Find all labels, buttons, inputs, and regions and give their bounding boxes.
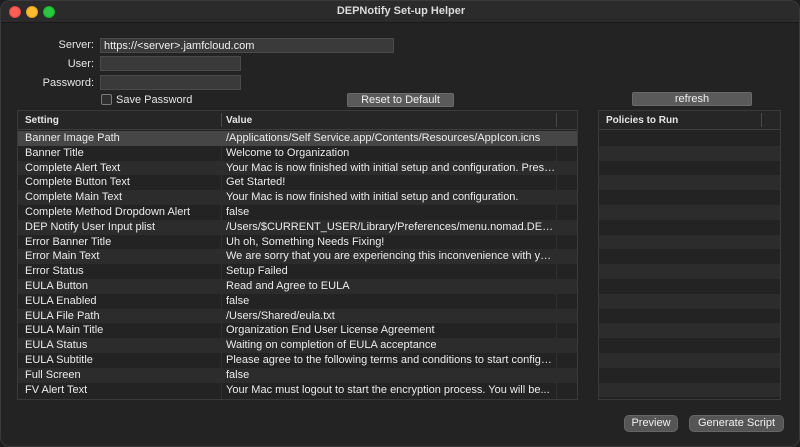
- generate-script-button[interactable]: Generate Script: [689, 415, 784, 432]
- empty-row: [599, 161, 780, 176]
- user-input[interactable]: [100, 56, 241, 71]
- table-row[interactable]: DEP Notify User Input plist/Users/$CURRE…: [18, 219, 577, 235]
- value-cell[interactable]: Waiting on completion of EULA acceptance: [226, 338, 556, 353]
- setting-cell: Banner Image Path: [25, 132, 120, 144]
- empty-row: [599, 264, 780, 279]
- empty-row: [599, 204, 780, 220]
- value-cell[interactable]: Your Mac must logout to start the encryp…: [226, 383, 556, 398]
- empty-row: [599, 175, 780, 191]
- value-cell[interactable]: /Users/Shared/eula.txt: [226, 309, 556, 324]
- value-cell[interactable]: Please agree to the following terms and …: [226, 353, 556, 368]
- save-password-label: Save Password: [116, 94, 193, 106]
- window-title: DEPNotify Set-up Helper: [336, 5, 466, 17]
- setting-cell: EULA File Path: [25, 309, 100, 322]
- table-row[interactable]: FV Alert Text Your Mac must logout to sta…: [18, 383, 577, 398]
- empty-row: [599, 131, 780, 146]
- settings-table-header: Setting Value: [18, 111, 577, 130]
- setting-cell: Error Status: [25, 265, 84, 278]
- empty-row: [599, 279, 780, 294]
- value-cell[interactable]: Setup Failed: [226, 264, 556, 279]
- table-row[interactable]: EULA Subtitle Please agree to the followi…: [18, 353, 577, 368]
- empty-row: [599, 309, 780, 324]
- setting-cell: DEP Notify User Input plist: [25, 220, 156, 233]
- empty-row: [599, 145, 780, 161]
- empty-row: [599, 293, 780, 309]
- empty-row: [599, 338, 780, 353]
- title-bar: DEPNotify Set-up Helper: [1, 1, 799, 23]
- server-input[interactable]: [100, 38, 394, 53]
- setting-cell: Error Banner Title: [25, 235, 112, 248]
- table-row[interactable]: Error Banner Title Uh oh, Something Needs…: [18, 235, 577, 250]
- empty-row: [599, 368, 780, 383]
- value-cell[interactable]: false: [226, 205, 556, 220]
- setting-cell: Complete Button Text: [25, 176, 130, 189]
- value-cell[interactable]: Organization End User License Agreement: [226, 323, 556, 338]
- table-row[interactable]: Complete Alert Text Your Mac is now finis…: [18, 160, 577, 176]
- empty-row: [599, 323, 780, 339]
- setting-cell: FV Alert Text: [25, 383, 88, 396]
- table-row[interactable]: Error Status Setup Failed: [18, 264, 577, 279]
- preview-button[interactable]: Preview: [624, 415, 678, 432]
- table-row[interactable]: Complete Method Dropdown Alert false: [18, 205, 577, 220]
- policies-table: Policies to Run: [598, 110, 781, 400]
- table-row[interactable]: EULA Status Waiting on completion of EULA…: [18, 338, 577, 353]
- setting-cell: EULA Subtitle: [25, 353, 93, 366]
- settings-table-body: Banner Image Path/Applications/Self Serv…: [18, 131, 577, 397]
- setting-cell: EULA Enabled: [25, 294, 97, 307]
- setting-cell: EULA Main Title: [25, 324, 104, 337]
- value-cell[interactable]: false: [226, 368, 556, 383]
- value-cell[interactable]: Read and Agree to EULA: [226, 279, 556, 294]
- setting-cell: Full Screen: [25, 368, 81, 381]
- column-divider[interactable]: [556, 113, 557, 127]
- table-row[interactable]: Complete Button Text Get Started!: [18, 175, 577, 190]
- value-cell[interactable]: /Users/$CURRENT_USER/Library/Preferences…: [226, 220, 556, 235]
- password-input[interactable]: [100, 75, 241, 90]
- table-row[interactable]: Banner Image Path/Applications/Self Serv…: [18, 131, 577, 146]
- policies-table-body: [599, 131, 780, 398]
- user-label: User:: [67, 58, 94, 70]
- column-header-policies[interactable]: Policies to Run: [606, 115, 678, 126]
- setting-cell: Banner Title: [25, 146, 84, 159]
- password-label: Password:: [42, 77, 94, 89]
- setting-cell: Complete Method Dropdown Alert: [25, 205, 191, 218]
- setting-cell: EULA Status: [25, 339, 88, 352]
- table-row[interactable]: EULA File Path/Users/Shared/eula.txt: [18, 308, 577, 324]
- column-divider[interactable]: [761, 113, 762, 127]
- table-row[interactable]: EULA Button Read and Agree to EULA: [18, 278, 577, 294]
- save-password-checkbox[interactable]: [101, 94, 112, 105]
- column-header-setting[interactable]: Setting: [25, 115, 59, 126]
- app-window: DEPNotify Set-up Helper Server: User: Pa…: [0, 0, 800, 447]
- value-cell[interactable]: Get Started!: [226, 175, 556, 190]
- refresh-button[interactable]: refresh: [632, 92, 752, 106]
- policies-table-header: Policies to Run: [599, 111, 780, 130]
- setting-cell: Complete Main Text: [25, 191, 123, 204]
- empty-row: [599, 220, 780, 235]
- value-cell[interactable]: Welcome to Organization: [226, 146, 556, 161]
- empty-row: [599, 352, 780, 368]
- column-divider[interactable]: [221, 113, 222, 127]
- setting-cell: EULA Button: [25, 279, 88, 292]
- value-cell[interactable]: Your Mac is now finished with initial se…: [226, 190, 556, 205]
- table-row[interactable]: Error Main Text We are sorry that you are…: [18, 249, 577, 265]
- settings-table: Setting Value Banner Image Path/Applicat…: [17, 110, 578, 400]
- setting-cell: Error Main Text: [25, 250, 100, 263]
- value-cell[interactable]: Your Mac is now finished with initial se…: [226, 161, 556, 176]
- value-cell[interactable]: Uh oh, Something Needs Fixing!: [226, 235, 556, 250]
- value-cell[interactable]: false: [226, 294, 556, 309]
- empty-row: [599, 190, 780, 205]
- empty-row: [599, 234, 780, 250]
- server-label: Server:: [58, 39, 94, 51]
- table-row[interactable]: Banner Title Welcome to Organization: [18, 146, 577, 161]
- setting-cell: Complete Alert Text: [25, 161, 121, 174]
- empty-row: [599, 382, 780, 398]
- table-row[interactable]: EULA Enabled false: [18, 294, 577, 309]
- reset-to-default-button[interactable]: Reset to Default: [347, 93, 454, 107]
- table-row[interactable]: Complete Main Text Your Mac is now finish…: [18, 190, 577, 205]
- value-cell[interactable]: We are sorry that you are experiencing t…: [226, 249, 556, 264]
- column-header-value[interactable]: Value: [226, 115, 252, 126]
- table-row[interactable]: EULA Main Title Organization End User Lic…: [18, 323, 577, 338]
- table-row[interactable]: Full Screen false: [18, 367, 577, 383]
- empty-row: [599, 249, 780, 264]
- value-cell[interactable]: /Applications/Self Service.app/Contents/…: [226, 131, 556, 146]
